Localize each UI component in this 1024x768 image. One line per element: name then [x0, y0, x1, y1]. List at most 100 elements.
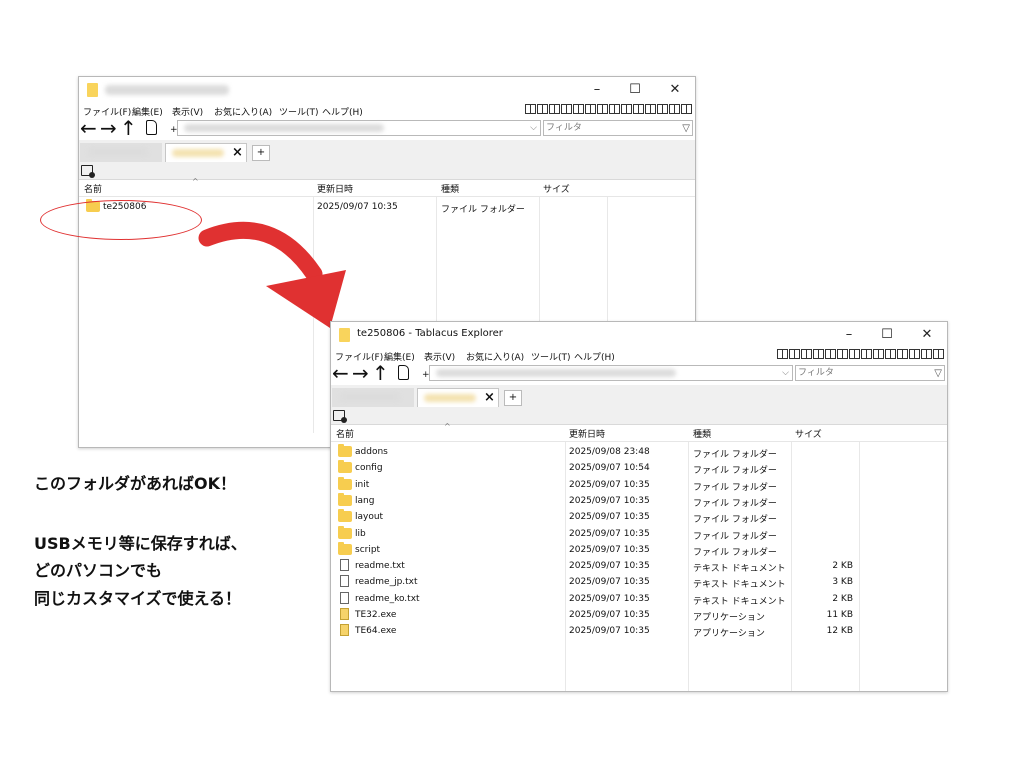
- window-title: te250806 - Tablacus Explorer: [357, 328, 503, 339]
- column-header: 名前 ^ 更新日時 種類 サイズ: [331, 422, 947, 442]
- menu-help[interactable]: ヘルプ(H): [574, 350, 615, 363]
- folder-icon: [338, 541, 352, 555]
- blurred-path: [436, 369, 676, 377]
- table-row[interactable]: script 2025/09/07 10:35 ファイル フォルダー: [331, 541, 947, 558]
- table-row[interactable]: readme_ko.txt 2025/09/07 10:35 テキスト ドキュメント…: [331, 591, 947, 607]
- row-name: addons: [355, 447, 388, 457]
- row-modified: 2025/09/07 10:35: [569, 528, 650, 539]
- tab-blurred[interactable]: [332, 388, 414, 407]
- column-type[interactable]: 種類: [693, 427, 711, 440]
- text-file-icon: [340, 559, 349, 572]
- folder-icon: [338, 476, 352, 490]
- row-modified: 2025/09/07 10:35: [569, 561, 650, 572]
- row-modified: 2025/09/07 10:54: [569, 463, 650, 474]
- menu-favorites[interactable]: お気に入り(A): [466, 350, 524, 363]
- layout-icon[interactable]: [873, 349, 884, 359]
- table-row[interactable]: TE32.exe 2025/09/07 10:35 アプリケーション 11 KB: [331, 607, 947, 623]
- table-row[interactable]: TE64.exe 2025/09/07 10:35 アプリケーション 12 KB: [331, 623, 947, 639]
- arrow-shaft: [198, 221, 323, 283]
- layout-icon[interactable]: [909, 349, 920, 359]
- row-modified: 2025/09/07 10:35: [569, 495, 650, 506]
- column-size[interactable]: サイズ: [795, 427, 822, 440]
- row-name: script: [355, 544, 381, 555]
- row-type: ファイル フォルダー: [693, 531, 777, 542]
- tab-active[interactable]: ×: [417, 388, 499, 407]
- row-type: ファイル フォルダー: [693, 482, 777, 493]
- row-name: TE32.exe: [355, 610, 397, 620]
- open-folder-icon[interactable]: [333, 410, 347, 423]
- table-row[interactable]: lang 2025/09/07 10:35 ファイル フォルダー: [331, 492, 947, 509]
- table-row[interactable]: layout 2025/09/07 10:35 ファイル フォルダー: [331, 509, 947, 525]
- filter-placeholder: フィルタ: [798, 368, 834, 378]
- row-name: lang: [355, 495, 375, 506]
- layout-icon[interactable]: [849, 349, 860, 359]
- filter-input[interactable]: フィルタ ▽: [795, 365, 945, 381]
- row-type: ファイル フォルダー: [693, 547, 777, 558]
- row-size: 11 KB: [826, 610, 853, 620]
- menu-view[interactable]: 表示(V): [424, 350, 455, 363]
- chevron-down-icon[interactable]: ⌵: [782, 366, 789, 381]
- layout-icon[interactable]: [777, 349, 788, 359]
- arrow-head: [266, 270, 346, 328]
- row-modified: 2025/09/07 10:35: [569, 593, 650, 604]
- table-row[interactable]: readme_jp.txt 2025/09/07 10:35 テキスト ドキュメント…: [331, 574, 947, 590]
- title-bar[interactable]: te250806 - Tablacus Explorer – ☐ ✕: [331, 322, 947, 348]
- add-tab-button[interactable]: +: [504, 390, 522, 406]
- up-arrow-icon[interactable]: ↑: [372, 363, 389, 383]
- row-type: アプリケーション: [693, 629, 765, 640]
- exe-icon: [340, 608, 349, 620]
- layout-icon[interactable]: [885, 349, 896, 359]
- row-name: readme_ko.txt: [355, 593, 420, 604]
- row-modified: 2025/09/07 10:35: [569, 479, 650, 490]
- row-name: readme_jp.txt: [355, 577, 418, 588]
- row-name: init: [355, 479, 370, 490]
- folder-icon: [338, 444, 352, 457]
- row-name: lib: [355, 528, 366, 539]
- address-bar[interactable]: ⌵: [429, 365, 793, 381]
- layout-icon[interactable]: [813, 349, 824, 359]
- row-modified: 2025/09/07 10:35: [569, 626, 650, 637]
- folder-icon: [339, 328, 350, 342]
- close-button[interactable]: ✕: [917, 326, 937, 344]
- layout-icon[interactable]: [789, 349, 800, 359]
- row-name: readme.txt: [355, 561, 405, 572]
- back-arrow-icon[interactable]: ←: [332, 363, 349, 383]
- row-size: 3 KB: [832, 577, 853, 588]
- folder-icon: [338, 492, 352, 506]
- table-row[interactable]: lib 2025/09/07 10:35 ファイル フォルダー: [331, 525, 947, 542]
- exe-icon: [340, 624, 349, 637]
- layout-icon[interactable]: [897, 349, 908, 359]
- layout-icon[interactable]: [933, 349, 944, 359]
- menu-tools[interactable]: ツール(T): [531, 350, 571, 363]
- tab-close-icon[interactable]: ×: [484, 390, 495, 406]
- column-name[interactable]: 名前: [336, 427, 354, 440]
- maximize-button[interactable]: ☐: [877, 326, 897, 344]
- text-file-icon: [340, 575, 349, 588]
- table-row[interactable]: init 2025/09/07 10:35 ファイル フォルダー: [331, 476, 947, 493]
- layout-icon[interactable]: [921, 349, 932, 359]
- row-size: 2 KB: [832, 593, 853, 604]
- row-type: ファイル フォルダー: [693, 515, 777, 526]
- row-type: ファイル フォルダー: [693, 466, 777, 477]
- table-row[interactable]: addons 2025/09/08 23:48 ファイル フォルダー: [331, 444, 947, 460]
- forward-arrow-icon[interactable]: →: [352, 363, 369, 383]
- folder-icon: [338, 460, 352, 474]
- tab-bar: × +: [331, 385, 947, 409]
- new-tab-icon[interactable]: [398, 365, 409, 380]
- minimize-button[interactable]: –: [839, 326, 859, 344]
- layout-icon[interactable]: [801, 349, 812, 359]
- path-bar: [331, 409, 947, 424]
- explorer-window-main: te250806 - Tablacus Explorer – ☐ ✕ ファイル(…: [330, 321, 948, 692]
- row-type: テキスト ドキュメント: [693, 564, 786, 575]
- menu-bar: ファイル(F) 編集(E) 表示(V) お気に入り(A) ツール(T) ヘルプ(…: [331, 348, 947, 363]
- row-size: 12 KB: [826, 626, 853, 637]
- row-name: config: [355, 463, 383, 474]
- toolbar: ← → ↑ + ⌵ フィルタ ▽: [331, 363, 947, 385]
- layout-icon[interactable]: [837, 349, 848, 359]
- table-row[interactable]: config 2025/09/07 10:54 ファイル フォルダー: [331, 460, 947, 476]
- layout-icon[interactable]: [825, 349, 836, 359]
- table-row[interactable]: readme.txt 2025/09/07 10:35 テキスト ドキュメント 2 K…: [331, 558, 947, 574]
- row-name: layout: [355, 512, 384, 523]
- layout-icon[interactable]: [861, 349, 872, 359]
- column-modified[interactable]: 更新日時: [569, 427, 605, 440]
